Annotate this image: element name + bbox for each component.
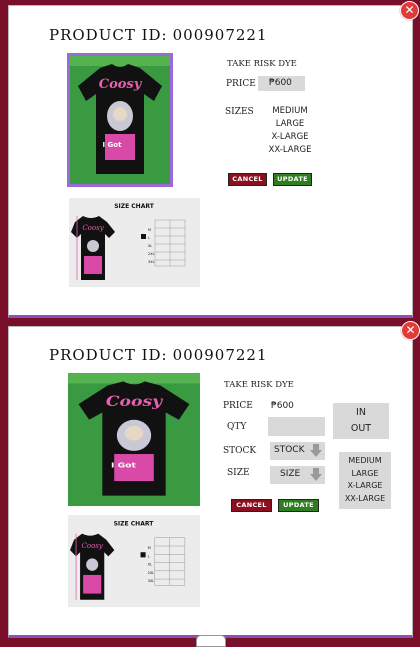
stock-label: STOCK [223,446,257,456]
size-select[interactable]: SIZE [270,466,325,484]
shirt-text-2: I Got [103,141,123,149]
in-label: IN [356,407,366,418]
bottom-handle[interactable] [196,635,226,647]
shirt-illustration: Coosy I Got [68,373,200,506]
price-field[interactable]: ₱600 [258,76,305,91]
chart-row-l: L [148,236,150,240]
shirt-illustration: Coosy I Got [70,56,170,184]
size-option: X-LARGE [347,481,383,490]
size-option: LARGE [351,468,379,478]
chart-row-m: M [148,228,151,232]
size-chart-illustration: SIZE CHART Coosy M L XL 2XL 3XL [68,515,200,607]
price-value: ₱600 [271,401,294,411]
chart-title: SIZE CHART [114,520,155,527]
chart-row-2xl: 2XL [148,252,155,256]
out-label: OUT [350,423,372,434]
shirt-text-2: I Got [111,461,136,470]
shirt-text: Coosy [99,77,143,92]
page-title: PRODUCT ID: 000907221 [49,26,268,44]
product-modal-top: PRODUCT ID: 000907221 Coosy I Got SIZE CH… [8,5,413,318]
update-button[interactable]: UPDATE [273,173,312,186]
cancel-button[interactable]: CANCEL [231,499,272,512]
size-option: XX-LARGE [268,145,312,155]
sizes-list: MEDIUM LARGE X-LARGE XX-LARGE [339,452,391,509]
stock-select[interactable]: STOCK [270,442,325,460]
chart-shirt-text: Coosy [81,541,103,550]
qty-label: QTY [227,422,247,432]
stock-select-value: STOCK [274,445,305,455]
product-image[interactable]: Coosy I Got [67,53,173,187]
size-option: MEDIUM [272,106,308,116]
in-out-toggle[interactable]: IN OUT [333,403,389,439]
size-option: XX-LARGE [344,493,386,503]
chart-row-xl: XL [148,563,152,567]
title-label: PRODUCT ID: [49,346,168,364]
cancel-button[interactable]: CANCEL [228,173,267,186]
size-option: X-LARGE [271,132,309,142]
sizes-label: SIZES [225,107,254,117]
size-label: SIZE [227,468,250,478]
dropdown-arrow-icon [310,468,322,481]
update-button[interactable]: UPDATE [278,499,319,512]
chart-row-3xl: 3XL [148,579,155,583]
product-id: 000907221 [172,346,268,364]
product-id: 000907221 [172,26,268,44]
page-title: PRODUCT ID: 000907221 [49,346,268,364]
close-icon[interactable]: ✕ [401,321,420,340]
chart-row-3xl: 3XL [148,260,155,264]
size-chart-illustration: SIZE CHART Coosy M L XL 2XL 3XL [69,198,200,287]
title-label: PRODUCT ID: [49,26,168,44]
size-chart-image[interactable]: SIZE CHART Coosy M L XL 2XL 3XL [68,515,200,607]
chart-row-l: L [148,554,150,558]
chart-shirt-text: Coosy [82,224,104,232]
price-label: PRICE [226,79,256,89]
product-modal-bottom: PRODUCT ID: 000907221 Coosy I Got SIZE CH… [8,326,413,638]
qty-input[interactable] [268,417,325,436]
size-select-value: SIZE [280,469,301,479]
size-chart-image[interactable]: SIZE CHART Coosy M L XL 2XL 3XL [69,198,200,287]
chart-title: SIZE CHART [114,203,155,210]
shirt-text: Coosy [106,394,163,410]
sizes-list: MEDIUM LARGE X-LARGE XX-LARGE [260,105,320,157]
chart-row-m: M [148,546,151,550]
chart-row-2xl: 2XL [148,571,155,575]
size-option: LARGE [275,119,305,129]
close-icon[interactable]: ✕ [400,1,419,20]
product-name: TAKE RISK DYE [227,59,297,69]
chart-row-xl: XL [148,244,152,248]
dropdown-arrow-icon [310,444,322,457]
product-name: TAKE RISK DYE [224,380,294,390]
price-label: PRICE [223,401,253,411]
product-image[interactable]: Coosy I Got [68,373,200,506]
size-option: MEDIUM [348,456,382,465]
